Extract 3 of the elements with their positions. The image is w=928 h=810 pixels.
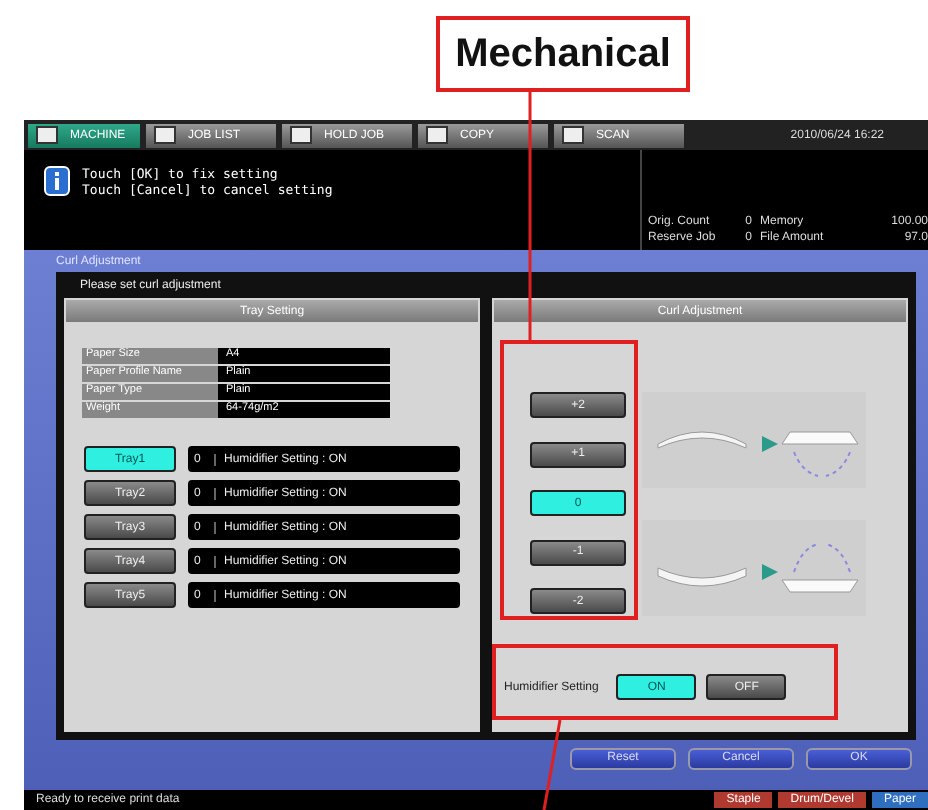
annotation-label: Mechanical <box>436 16 690 92</box>
info-icon <box>44 166 70 196</box>
leader-line <box>542 719 562 810</box>
